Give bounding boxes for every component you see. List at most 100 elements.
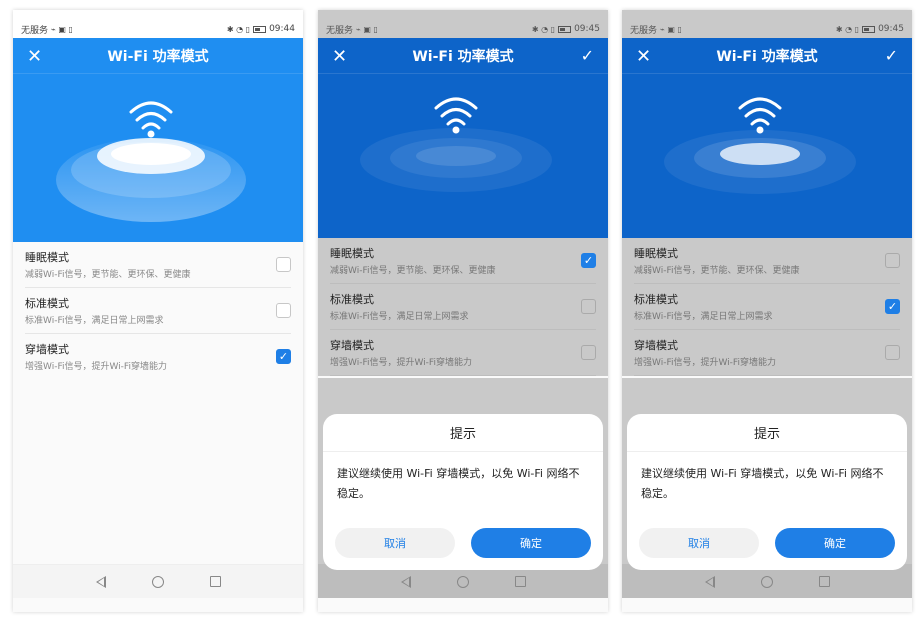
mode-checkbox[interactable] xyxy=(885,345,900,360)
mode-item-wall[interactable]: 穿墙模式 增强Wi-Fi信号，提升Wi-Fi穿墙能力 ✓ xyxy=(25,334,291,380)
home-icon[interactable] xyxy=(151,575,164,588)
bluetooth-wifi-icons: ✱ ◔ ▯ xyxy=(835,24,860,34)
battery-icon xyxy=(862,25,876,33)
mode-item-sleep[interactable]: 睡眠模式 减弱Wi-Fi信号，更节能、更环保、更健康 ✓ xyxy=(330,238,596,284)
mode-title: 睡眠模式 xyxy=(25,251,69,264)
mode-title: 标准模式 xyxy=(25,297,69,310)
mode-item-sleep[interactable]: 睡眠模式 减弱Wi-Fi信号，更节能、更环保、更健康 xyxy=(634,238,900,284)
mode-desc: 标准Wi-Fi信号，满足日常上网需求 xyxy=(634,312,773,322)
back-icon[interactable] xyxy=(704,575,715,588)
wifi-illustration xyxy=(56,101,246,222)
mode-title: 标准模式 xyxy=(330,293,374,306)
wifi-banner: ✕ Wi-Fi 功率模式 ✓ xyxy=(622,38,912,238)
mode-item-standard[interactable]: 标准模式 标准Wi-Fi信号，满足日常上网需求 ✓ xyxy=(634,284,900,330)
mode-desc: 标准Wi-Fi信号，满足日常上网需求 xyxy=(25,316,164,326)
check-icon[interactable]: ✓ xyxy=(885,46,898,65)
mode-title: 睡眠模式 xyxy=(634,247,678,260)
close-icon[interactable]: ✕ xyxy=(27,46,42,67)
mode-list: 睡眠模式 减弱Wi-Fi信号，更节能、更环保、更健康 ✓ 标准模式 标准Wi-F… xyxy=(318,238,608,376)
mode-list: 睡眠模式 减弱Wi-Fi信号，更节能、更环保、更健康 标准模式 标准Wi-Fi信… xyxy=(13,242,303,380)
phone-screen-3: 无服务 ⌁ ▣ ▯ ✱ ◔ ▯ 09:45 ✕ Wi-Fi 功率模式 ✓ 睡眠模… xyxy=(622,10,912,612)
battery-icon xyxy=(253,25,267,33)
check-icon[interactable]: ✓ xyxy=(581,46,594,65)
phone-screen-1: 无服务 ⌁ ▣ ▯ ✱ ◔ ▯ 09:44 ✕ Wi-Fi 功率模式 睡眠模式 … xyxy=(13,10,303,612)
checkbox-checked-icon[interactable]: ✓ xyxy=(276,349,291,364)
mode-desc: 减弱Wi-Fi信号，更节能、更环保、更健康 xyxy=(634,266,800,276)
mode-item-standard[interactable]: 标准模式 标准Wi-Fi信号，满足日常上网需求 xyxy=(330,284,596,330)
back-icon[interactable] xyxy=(400,575,411,588)
mode-desc: 增强Wi-Fi信号，提升Wi-Fi穿墙能力 xyxy=(634,358,776,368)
dialog-title: 提示 xyxy=(323,414,603,452)
mode-checkbox[interactable] xyxy=(276,303,291,318)
mode-item-wall[interactable]: 穿墙模式 增强Wi-Fi信号，提升Wi-Fi穿墙能力 xyxy=(634,330,900,376)
notification-icons: ⌁ ▣ ▯ xyxy=(51,24,73,34)
recents-icon[interactable] xyxy=(209,576,221,587)
mode-desc: 减弱Wi-Fi信号，更节能、更环保、更健康 xyxy=(25,270,191,280)
status-time: 09:45 xyxy=(878,24,904,34)
checkbox-checked-icon[interactable]: ✓ xyxy=(885,299,900,314)
notification-icons: ⌁ ▣ ▯ xyxy=(356,24,378,34)
ok-button[interactable]: 确定 xyxy=(471,528,591,558)
checkbox-checked-icon[interactable]: ✓ xyxy=(581,253,596,268)
battery-icon xyxy=(558,25,572,33)
mode-title: 睡眠模式 xyxy=(330,247,374,260)
bluetooth-wifi-icons: ✱ ◔ ▯ xyxy=(531,24,556,34)
mode-title: 穿墙模式 xyxy=(634,339,678,352)
home-icon[interactable] xyxy=(760,575,773,588)
mode-checkbox[interactable] xyxy=(581,299,596,314)
dialog-message: 建议继续使用 Wi-Fi 穿墙模式，以免 Wi-Fi 网络不稳定。 xyxy=(337,467,580,500)
mode-item-standard[interactable]: 标准模式 标准Wi-Fi信号，满足日常上网需求 xyxy=(25,288,291,334)
carrier-label: 无服务 xyxy=(21,25,49,36)
status-bar: 无服务 ⌁ ▣ ▯ ✱ ◔ ▯ 09:45 xyxy=(318,10,608,38)
mode-title: 标准模式 xyxy=(634,293,678,306)
mode-desc: 标准Wi-Fi信号，满足日常上网需求 xyxy=(330,312,469,322)
wifi-icon xyxy=(738,97,782,126)
mode-item-wall[interactable]: 穿墙模式 增强Wi-Fi信号，提升Wi-Fi穿墙能力 xyxy=(330,330,596,376)
notification-icons: ⌁ ▣ ▯ xyxy=(660,24,682,34)
recents-icon[interactable] xyxy=(818,576,830,587)
page-title: Wi-Fi 功率模式 xyxy=(412,48,514,65)
mode-list: 睡眠模式 减弱Wi-Fi信号，更节能、更环保、更健康 标准模式 标准Wi-Fi信… xyxy=(622,238,912,376)
ok-button[interactable]: 确定 xyxy=(775,528,895,558)
carrier-label: 无服务 xyxy=(326,25,354,36)
mode-checkbox[interactable] xyxy=(581,345,596,360)
status-time: 09:44 xyxy=(269,24,295,34)
system-nav-bar xyxy=(13,564,303,598)
dialog-message: 建议继续使用 Wi-Fi 穿墙模式，以免 Wi-Fi 网络不稳定。 xyxy=(641,467,884,500)
mode-title: 穿墙模式 xyxy=(25,343,69,356)
mode-desc: 增强Wi-Fi信号，提升Wi-Fi穿墙能力 xyxy=(25,362,167,372)
mode-checkbox[interactable] xyxy=(885,253,900,268)
mode-checkbox[interactable] xyxy=(276,257,291,272)
hint-dialog: 提示 建议继续使用 Wi-Fi 穿墙模式，以免 Wi-Fi 网络不稳定。 取消 … xyxy=(627,414,907,570)
back-icon[interactable] xyxy=(95,575,106,588)
dialog-title: 提示 xyxy=(627,414,907,452)
recents-icon[interactable] xyxy=(514,576,526,587)
mode-title: 穿墙模式 xyxy=(330,339,374,352)
close-icon[interactable]: ✕ xyxy=(636,46,651,67)
status-time: 09:45 xyxy=(574,24,600,34)
hint-dialog: 提示 建议继续使用 Wi-Fi 穿墙模式，以免 Wi-Fi 网络不稳定。 取消 … xyxy=(323,414,603,570)
wifi-icon xyxy=(129,101,173,130)
status-bar: 无服务 ⌁ ▣ ▯ ✱ ◔ ▯ 09:44 xyxy=(13,10,303,38)
carrier-label: 无服务 xyxy=(630,25,658,36)
title-bar: ✕ Wi-Fi 功率模式 xyxy=(13,38,303,74)
close-icon[interactable]: ✕ xyxy=(332,46,347,67)
title-bar: ✕ Wi-Fi 功率模式 ✓ xyxy=(318,38,608,74)
home-icon[interactable] xyxy=(456,575,469,588)
page-title: Wi-Fi 功率模式 xyxy=(716,48,818,65)
wifi-banner: ✕ Wi-Fi 功率模式 xyxy=(13,38,303,242)
title-bar: ✕ Wi-Fi 功率模式 ✓ xyxy=(622,38,912,74)
status-bar: 无服务 ⌁ ▣ ▯ ✱ ◔ ▯ 09:45 xyxy=(622,10,912,38)
mode-desc: 减弱Wi-Fi信号，更节能、更环保、更健康 xyxy=(330,266,496,276)
page-title: Wi-Fi 功率模式 xyxy=(107,48,209,65)
phone-screen-2: 无服务 ⌁ ▣ ▯ ✱ ◔ ▯ 09:45 ✕ Wi-Fi 功率模式 ✓ 睡眠模… xyxy=(318,10,608,612)
bluetooth-wifi-icons: ✱ ◔ ▯ xyxy=(226,24,251,34)
cancel-button[interactable]: 取消 xyxy=(335,528,455,558)
cancel-button[interactable]: 取消 xyxy=(639,528,759,558)
wifi-banner: ✕ Wi-Fi 功率模式 ✓ xyxy=(318,38,608,238)
mode-desc: 增强Wi-Fi信号，提升Wi-Fi穿墙能力 xyxy=(330,358,472,368)
wifi-icon xyxy=(434,97,478,126)
mode-item-sleep[interactable]: 睡眠模式 减弱Wi-Fi信号，更节能、更环保、更健康 xyxy=(25,242,291,288)
wifi-illustration xyxy=(360,97,552,192)
wifi-illustration xyxy=(664,97,856,194)
